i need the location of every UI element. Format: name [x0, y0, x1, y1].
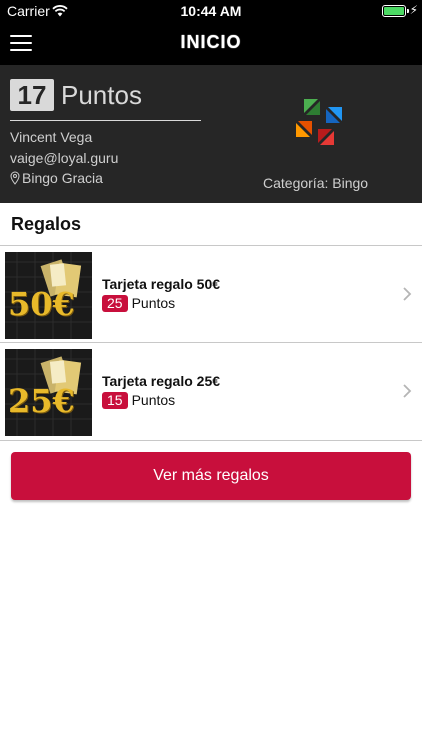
gift-name: Tarjeta regalo 50€ [102, 276, 221, 292]
chevron-right-icon [403, 384, 412, 398]
gift-points: 15 Puntos [102, 392, 175, 409]
user-email: vaige@loyal.guru [10, 150, 119, 166]
gift-name: Tarjeta regalo 25€ [102, 373, 221, 389]
user-name: Vincent Vega [10, 129, 93, 145]
points-badge: 25 [102, 295, 128, 312]
points-summary: 17 Puntos [10, 79, 201, 121]
thumb-amount-25: 25€ [8, 382, 75, 420]
gift-points: 25 Puntos [102, 295, 175, 312]
section-title-gifts: Regalos [11, 214, 82, 234]
category-label: Categoría: Bingo [263, 175, 369, 191]
points-badge: 15 [102, 392, 128, 409]
points-label: Puntos [131, 295, 176, 311]
map-pin-icon [10, 171, 20, 185]
divider [0, 440, 422, 441]
location: Bingo Gracia [10, 170, 103, 186]
clock: 10:44 AM [180, 3, 242, 19]
location-label: Bingo Gracia [22, 170, 103, 186]
brand-logo-icon [296, 99, 342, 145]
profile-header: 17 Puntos Vincent Vega vaige@loyal.guru … [0, 65, 422, 203]
points-value: 17 [10, 79, 54, 111]
navigation-bar: INICIO [0, 22, 422, 65]
status-bar: Carrier 10:44 AM ⚡ [0, 0, 422, 22]
points-label: Puntos [131, 392, 176, 408]
more-gifts-button[interactable]: Ver más regalos [11, 452, 411, 500]
chevron-right-icon [403, 287, 412, 301]
thumb-amount-50: 50€ [8, 285, 75, 323]
battery-icon [382, 5, 406, 17]
page-title: INICIO [180, 32, 242, 52]
points-label: Puntos [61, 80, 142, 110]
charging-icon: ⚡ [409, 3, 418, 17]
